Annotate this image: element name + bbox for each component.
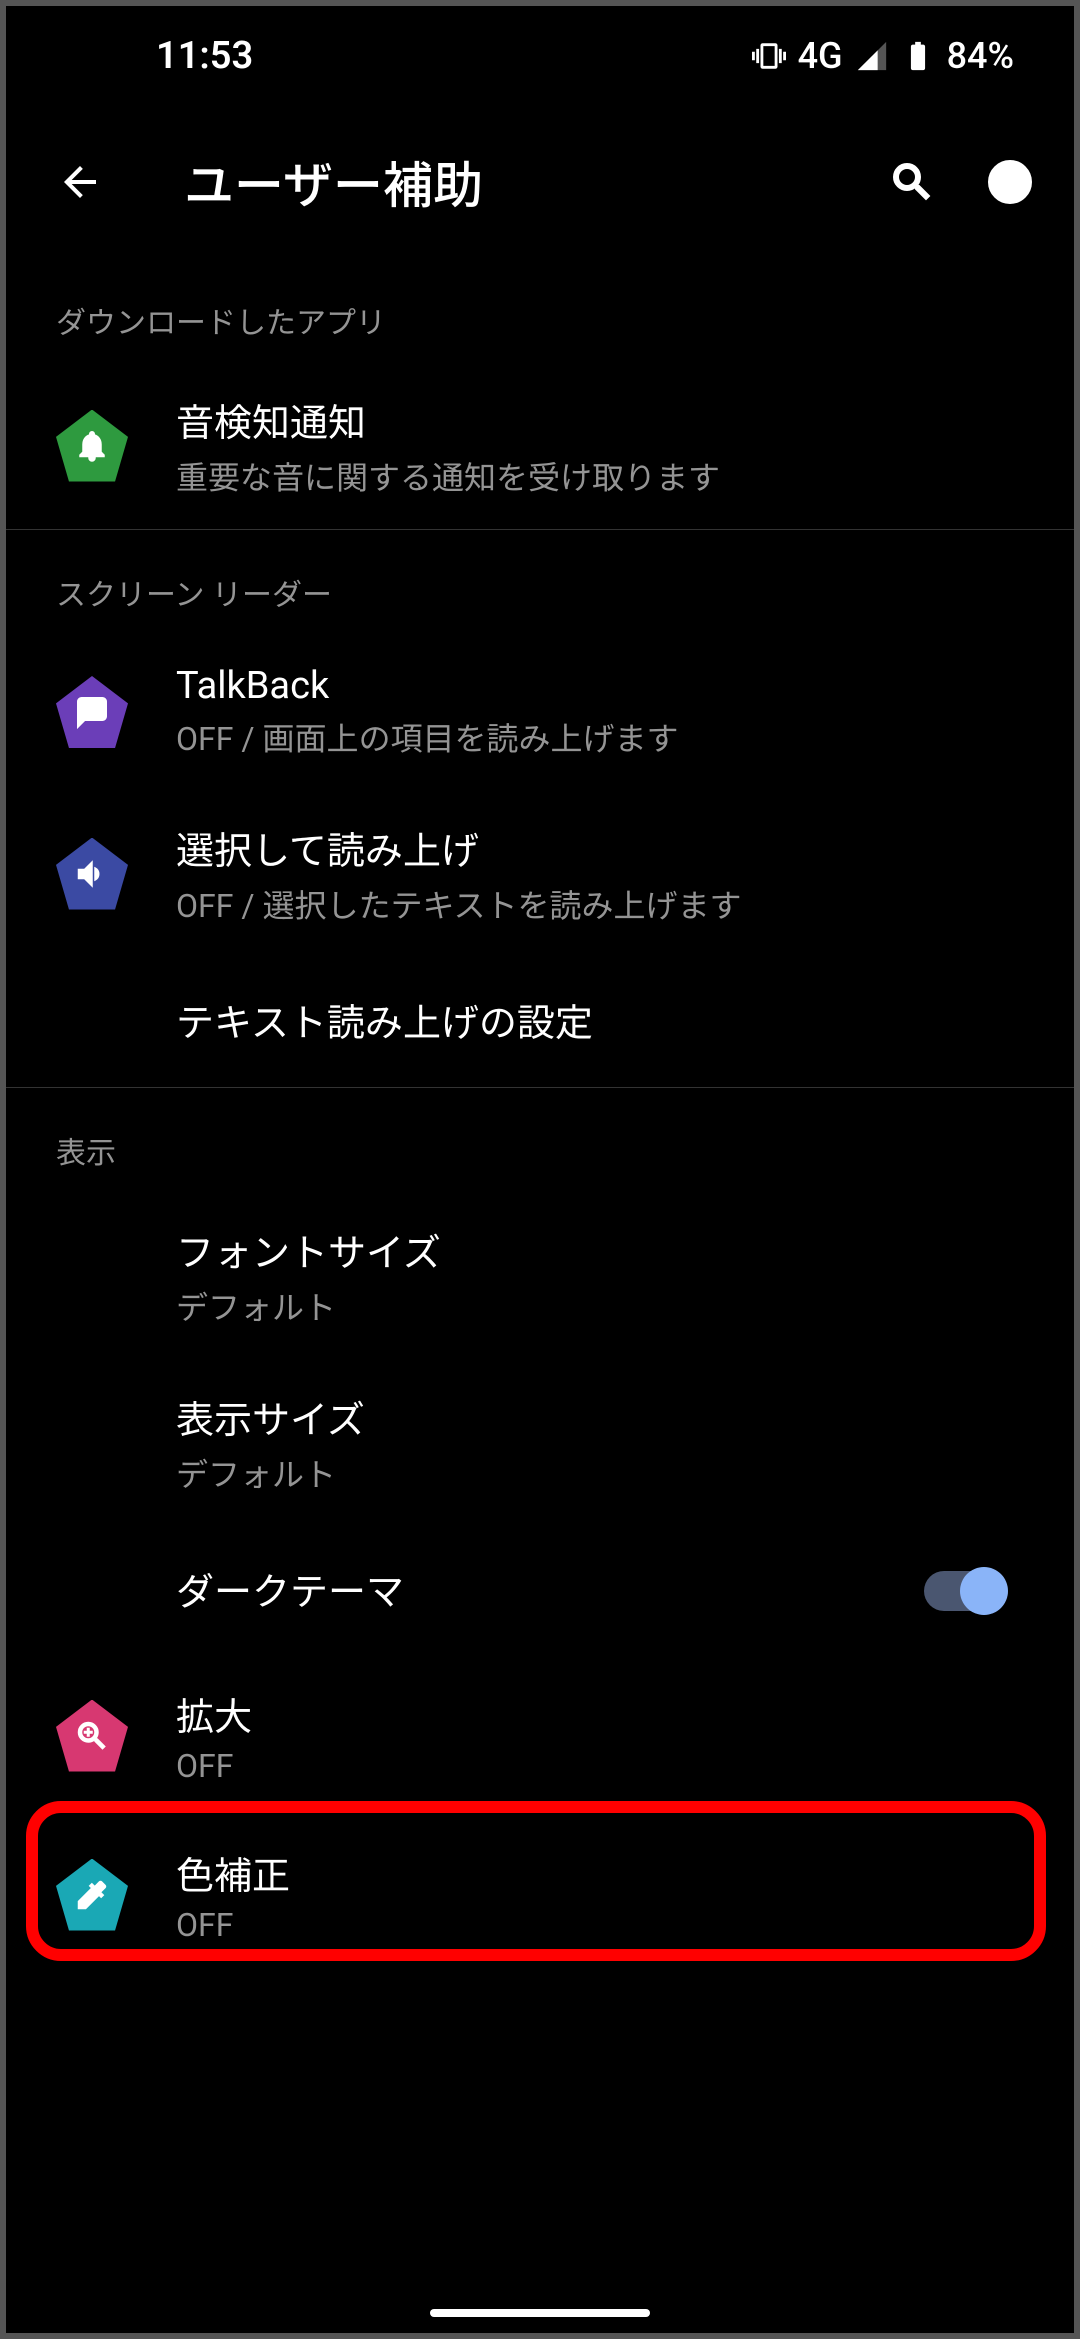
item-subtitle: 重要な音に関する通知を受け取ります	[176, 453, 1024, 499]
section-display: 表示	[6, 1088, 1074, 1192]
item-title: ダークテーマ	[176, 1561, 924, 1616]
help-icon[interactable]	[986, 158, 1034, 206]
back-arrow-icon[interactable]	[56, 158, 104, 206]
home-indicator[interactable]	[430, 2309, 650, 2317]
item-title: 拡大	[176, 1686, 1024, 1741]
app-bar: ユーザー補助	[6, 106, 1074, 258]
item-subtitle: OFF	[176, 1747, 1024, 1785]
signal-icon	[855, 39, 889, 73]
item-title: テキスト読み上げの設定	[176, 992, 1024, 1047]
dark-theme-toggle[interactable]	[924, 1571, 1004, 1611]
item-title: 色補正	[176, 1845, 1024, 1900]
item-subtitle: デフォルト	[176, 1283, 1024, 1329]
battery-icon	[901, 39, 935, 73]
item-subtitle: OFF / 選択したテキストを読み上げます	[176, 881, 1024, 927]
item-title: 選択して読み上げ	[176, 820, 1024, 875]
item-display-size[interactable]: 表示サイズ デフォルト	[6, 1359, 1074, 1526]
item-talkback[interactable]: TalkBack OFF / 画面上の項目を読み上げます	[6, 634, 1074, 790]
volume-icon	[56, 838, 128, 910]
page-title: ユーザー補助	[184, 146, 848, 218]
item-color-correction[interactable]: 色補正 OFF	[6, 1815, 1074, 1974]
item-sound-notification[interactable]: 音検知通知 重要な音に関する通知を受け取ります	[6, 362, 1074, 529]
section-screen-reader: スクリーン リーダー	[6, 530, 1074, 634]
item-dark-theme[interactable]: ダークテーマ	[6, 1526, 1074, 1656]
status-right: 4G 84%	[752, 35, 1014, 77]
item-title: TalkBack	[176, 664, 1024, 708]
bell-sound-icon	[56, 410, 128, 482]
item-title: 音検知通知	[176, 392, 1024, 447]
item-subtitle: デフォルト	[176, 1450, 1024, 1496]
item-select-to-speak[interactable]: 選択して読み上げ OFF / 選択したテキストを読み上げます	[6, 790, 1074, 957]
vibrate-icon	[752, 39, 786, 73]
search-icon[interactable]	[888, 158, 936, 206]
status-network: 4G	[798, 35, 843, 77]
status-battery: 84%	[947, 35, 1014, 77]
chat-icon	[56, 676, 128, 748]
item-tts-settings[interactable]: テキスト読み上げの設定	[6, 957, 1074, 1087]
magnify-icon	[56, 1700, 128, 1772]
item-subtitle: OFF	[176, 1906, 1024, 1944]
status-time: 11:53	[156, 34, 253, 78]
item-title: フォントサイズ	[176, 1222, 1024, 1277]
section-downloaded-apps: ダウンロードしたアプリ	[6, 258, 1074, 362]
item-title: 表示サイズ	[176, 1389, 1024, 1444]
eyedropper-icon	[56, 1859, 128, 1931]
item-font-size[interactable]: フォントサイズ デフォルト	[6, 1192, 1074, 1359]
item-subtitle: OFF / 画面上の項目を読み上げます	[176, 714, 1024, 760]
status-bar: 11:53 4G 84%	[6, 6, 1074, 106]
item-magnify[interactable]: 拡大 OFF	[6, 1656, 1074, 1815]
